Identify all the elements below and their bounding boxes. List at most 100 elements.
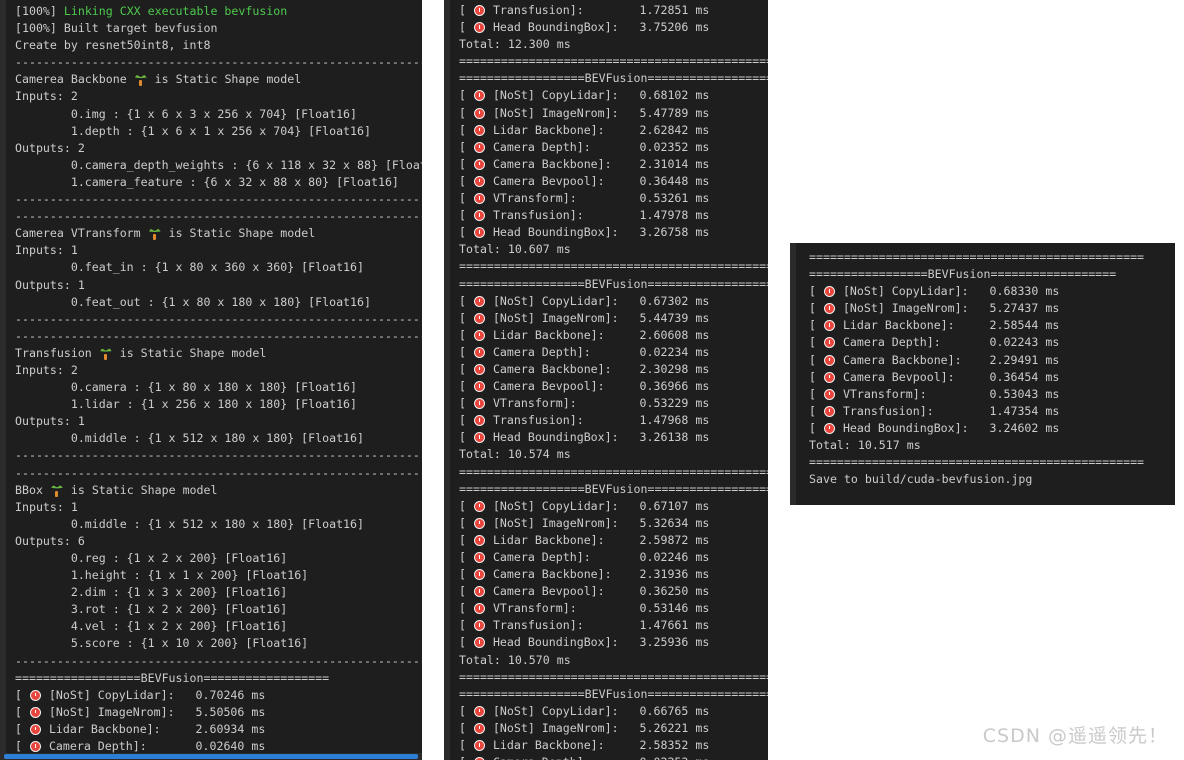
terminal-line: 3.rot : {1 x 2 x 200} [Float16]	[0, 601, 422, 618]
alarm-clock-icon	[473, 295, 485, 307]
timing-runs-terminal[interactable]: [ Transfusion]: 1.72851 ms[ Head Boundin…	[444, 0, 768, 760]
line-text: [100%] Built target bevfusion	[15, 21, 218, 36]
terminal-line: =================BEVFusion==============…	[790, 266, 1175, 283]
line-text: [	[459, 293, 473, 308]
line-text: [	[459, 3, 473, 17]
line-text-continued: Camera Backbone]: 2.31014 ms	[485, 156, 710, 171]
line-text: ========================================…	[459, 464, 768, 479]
alarm-clock-icon	[473, 107, 485, 119]
line-text: Total: 10.607 ms	[459, 242, 571, 257]
line-text: 0.camera : {1 x 80 x 180 x 180} [Float16…	[15, 380, 358, 395]
line-text: [	[459, 550, 473, 564]
line-text: [	[809, 352, 823, 367]
alarm-clock-icon	[823, 320, 835, 332]
alarm-clock-icon	[823, 337, 835, 349]
terminal-line: [ Head BoundingBox]: 3.26138 ms	[444, 429, 768, 446]
line-text: [	[459, 532, 473, 547]
terminal-line: ========================================…	[444, 464, 768, 481]
line-text-continued: [NoSt] ImageNrom]: 5.32634 ms	[485, 515, 710, 530]
line-text: Inputs: 2	[15, 89, 78, 104]
terminal-line: [ [NoSt] CopyLidar]: 0.68102 ms	[444, 87, 768, 104]
line-text: Inputs: 1	[15, 499, 78, 514]
terminal-line: 0.feat_in : {1 x 80 x 360 x 360} [Float1…	[0, 259, 422, 276]
line-text-continued: Camera Backbone]: 2.31936 ms	[485, 567, 710, 582]
terminal-line: 1.height : {1 x 1 x 200} [Float16]	[0, 567, 422, 584]
terminal-line: [ Lidar Backbone]: 2.60934 ms	[0, 721, 422, 738]
terminal-line: [ [NoSt] ImageNrom]: 5.44739 ms	[444, 310, 768, 327]
terminal-line: 0.camera : {1 x 80 x 180 x 180} [Float16…	[0, 379, 422, 396]
line-text-continued: Camera Depth]: 0.02243 ms	[835, 335, 1060, 350]
line-text: [100%]	[15, 4, 64, 18]
terminal-line: 0.reg : {1 x 2 x 200} [Float16]	[0, 550, 422, 567]
line-text-continued: Transfusion]: 1.47354 ms	[835, 403, 1060, 418]
terminal-line: ========================================…	[790, 454, 1175, 471]
terminal-line-list: [100%] Linking CXX executable bevfusion[…	[0, 3, 422, 753]
line-text: [	[15, 721, 29, 736]
terminal-line: [ VTransform]: 0.53146 ms	[444, 600, 768, 617]
line-text-continued: [NoSt] CopyLidar]: 0.66765 ms	[485, 703, 710, 718]
terminal-line: [ Lidar Backbone]: 2.58352 ms	[444, 737, 768, 754]
terminal-line: [ Camera Bevpool]: 0.36454 ms	[790, 369, 1175, 386]
line-text: [	[459, 361, 473, 376]
line-text: 0.middle : {1 x 512 x 180 x 180} [Float1…	[15, 516, 365, 531]
terminal-line: [ Camera Bevpool]: 0.36966 ms	[444, 378, 768, 395]
line-text: [	[459, 88, 473, 103]
line-text: Transfusion	[15, 345, 99, 360]
line-text-continued: Head BoundingBox]: 3.24602 ms	[835, 420, 1060, 435]
horizontal-scrollbar[interactable]	[0, 753, 422, 760]
line-text: [	[15, 704, 29, 719]
build-and-model-info-terminal[interactable]: [100%] Linking CXX executable bevfusion[…	[0, 0, 422, 753]
line-text: [	[459, 567, 473, 582]
line-text: [	[459, 618, 473, 633]
terminal-line: [ Head BoundingBox]: 3.24602 ms	[790, 420, 1175, 437]
line-text: 0.reg : {1 x 2 x 200} [Float16]	[15, 551, 288, 565]
terminal-line: [ Transfusion]: 1.47968 ms	[444, 412, 768, 429]
alarm-clock-icon	[473, 500, 485, 512]
line-text: ----------------------------------------…	[15, 55, 422, 70]
line-text: 0.camera_depth_weights : {6 x 118 x 32 x…	[15, 157, 422, 172]
line-text: Outputs: 1	[15, 414, 85, 429]
alarm-clock-icon	[473, 705, 485, 717]
line-text-continued: is Static Shape model	[161, 226, 316, 241]
terminal-line: [ Camera Backbone]: 2.31014 ms	[444, 156, 768, 173]
alarm-clock-icon	[473, 5, 485, 16]
scrollbar-thumb[interactable]	[4, 754, 418, 759]
terminal-line: [ [NoSt] CopyLidar]: 0.67302 ms	[444, 293, 768, 310]
final-timing-and-save-terminal[interactable]: ========================================…	[790, 243, 1175, 505]
terminal-line: ========================================…	[444, 53, 768, 70]
terminal-line: ==================BEVFusion=============…	[444, 481, 768, 498]
line-text: ========================================…	[809, 455, 1145, 470]
line-text-continued: Transfusion]: 1.47661 ms	[485, 618, 710, 633]
line-text: ==================BEVFusion=============…	[459, 481, 768, 496]
line-text: [	[459, 156, 473, 171]
line-text: [	[809, 318, 823, 333]
terminal-line: [ [NoSt] CopyLidar]: 0.66765 ms	[444, 703, 768, 720]
alarm-clock-icon	[473, 158, 485, 170]
line-text: ========================================…	[459, 259, 768, 274]
line-text-continued: Lidar Backbone]: 2.58352 ms	[485, 738, 710, 753]
line-text: 0.img : {1 x 6 x 3 x 256 x 704} [Float16…	[15, 106, 358, 121]
alarm-clock-icon	[823, 405, 835, 417]
terminal-line: 5.score : {1 x 10 x 200} [Float16]	[0, 635, 422, 652]
line-text: [	[459, 105, 473, 120]
line-text: ==================BEVFusion=============…	[15, 670, 330, 685]
alarm-clock-icon	[473, 227, 485, 239]
line-text: [	[459, 515, 473, 530]
terminal-line: [ Head BoundingBox]: 3.75206 ms	[444, 19, 768, 36]
terminal-line: Total: 10.570 ms	[444, 652, 768, 669]
terminal-line: 1.depth : {1 x 6 x 1 x 256 x 704} [Float…	[0, 123, 422, 140]
terminal-line: Total: 12.300 ms	[444, 36, 768, 53]
line-text: 0.middle : {1 x 512 x 180 x 180} [Float1…	[15, 431, 365, 446]
line-text-continued: Head BoundingBox]: 3.25936 ms	[485, 635, 710, 650]
line-text-continued: Camera Depth]: 0.02234 ms	[485, 344, 710, 359]
terminal-line: 2.dim : {1 x 3 x 200} [Float16]	[0, 584, 422, 601]
line-text-continued: Head BoundingBox]: 3.26758 ms	[485, 225, 710, 240]
terminal-line: 4.vel : {1 x 2 x 200} [Float16]	[0, 618, 422, 635]
line-text-continued: [NoSt] ImageNrom]: 5.26221 ms	[485, 720, 710, 735]
line-text: ========================================…	[809, 250, 1145, 264]
line-text: ==================BEVFusion=============…	[459, 686, 768, 701]
terminal-line: [ Camera Backbone]: 2.29491 ms	[790, 352, 1175, 369]
alarm-clock-icon	[473, 175, 485, 187]
terminal-line: [ Camera Depth]: 0.02234 ms	[444, 344, 768, 361]
terminal-line: [ Lidar Backbone]: 2.58544 ms	[790, 317, 1175, 334]
